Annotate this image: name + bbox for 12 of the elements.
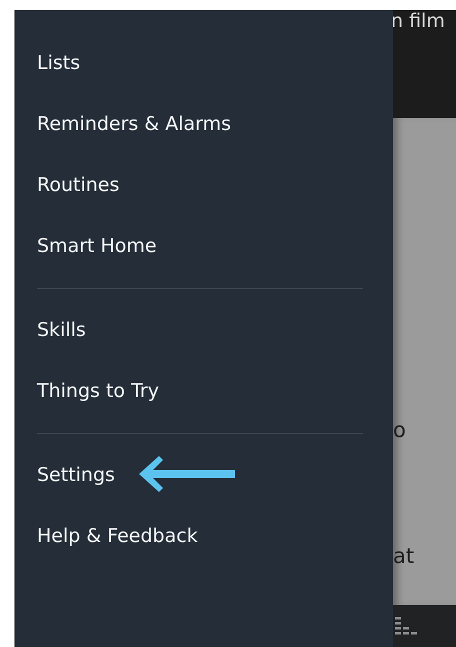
menu-item[interactable]: Routines — [15, 154, 393, 215]
card-text: o — [393, 418, 406, 442]
header-text: n film — [393, 10, 445, 32]
menu-item[interactable]: Settings — [15, 444, 393, 505]
menu-item[interactable]: Reminders & Alarms — [15, 93, 393, 154]
menu-item[interactable]: Smart Home — [15, 215, 393, 276]
menu-item[interactable]: Skills — [15, 299, 393, 360]
menu-item[interactable]: Help & Feedback — [15, 505, 393, 566]
card-text: at — [393, 544, 414, 568]
menu-item[interactable]: Things to Try — [15, 360, 393, 421]
menu-item[interactable]: Lists — [15, 32, 393, 93]
equalizer-icon — [395, 615, 419, 637]
